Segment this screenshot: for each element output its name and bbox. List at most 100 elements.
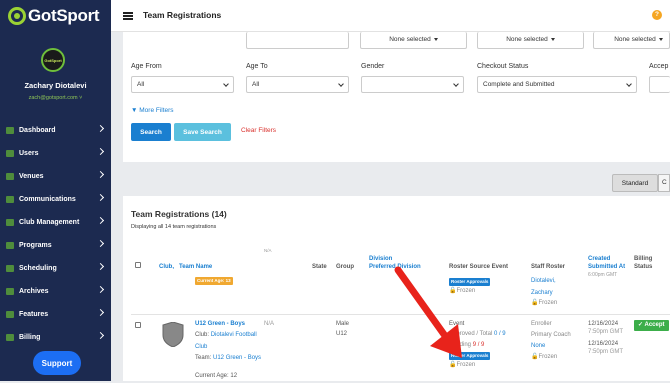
features-icon: [6, 311, 14, 318]
filter-input-top-2[interactable]: [246, 32, 349, 49]
accept-select[interactable]: [649, 76, 670, 93]
sidebar-item-features[interactable]: Features: [0, 303, 111, 326]
staff-frozen-status: 🔓Frozen: [531, 352, 557, 364]
chevron-down-icon: [338, 81, 344, 87]
age-from-label: Age From: [131, 63, 162, 70]
sidebar-item-label: Features: [19, 311, 49, 318]
sidebar-item-scheduling[interactable]: Scheduling: [0, 257, 111, 280]
column-state: State: [312, 264, 327, 270]
chevron-down-icon: [223, 81, 229, 87]
row-checkbox[interactable]: [135, 322, 141, 328]
frozen-label: Frozen: [456, 362, 476, 368]
checkout-status-select[interactable]: Complete and Submitted: [477, 76, 637, 93]
created-time: 7:50pm GMT: [588, 329, 624, 335]
user-name: Zachary Diotalevi: [24, 81, 87, 90]
select-value: All: [252, 81, 260, 88]
pending-value[interactable]: 9 / 9: [473, 342, 485, 348]
team-name-link[interactable]: U12 Green - Boys: [195, 319, 245, 331]
other-view-button[interactable]: C: [658, 174, 670, 192]
row1-time: 6:00pm GMT: [588, 272, 618, 278]
sidebar-item-billing[interactable]: Billing: [0, 326, 111, 349]
table-title: Team Registrations (14): [131, 209, 227, 219]
chevron-right-icon: [96, 147, 105, 156]
sidebar-item-label: Communications: [19, 196, 76, 203]
sidebar-item-club-management[interactable]: Club Management: [0, 211, 111, 234]
staff-first-name: Zachary: [531, 289, 553, 296]
filter-panel: [123, 32, 670, 162]
club-management-icon: [6, 219, 14, 226]
filter-select-top-3[interactable]: None selected: [360, 32, 467, 49]
chevron-down-icon: [626, 81, 632, 87]
gender-select[interactable]: [361, 76, 464, 93]
accept-label: Accep: [649, 63, 669, 70]
more-filters-link[interactable]: ▼ More Filters: [131, 107, 174, 114]
sidebar-item-label: Venues: [19, 173, 44, 180]
chevron-right-icon: [96, 239, 105, 248]
sidebar-item-users[interactable]: Users: [0, 142, 111, 165]
sidebar-item-communications[interactable]: Communications: [0, 188, 111, 211]
column-billing-status: Status: [634, 264, 653, 270]
column-created[interactable]: Created: [588, 255, 610, 263]
select-value: None selected: [614, 36, 656, 43]
filter-select-top-4[interactable]: None selected: [477, 32, 584, 49]
sidebar-item-programs[interactable]: Programs: [0, 234, 111, 257]
top-bar: Team Registrations ?: [111, 0, 670, 32]
scheduling-icon: [6, 265, 14, 272]
caret-down-icon: [433, 37, 438, 41]
sidebar-item-label: Dashboard: [19, 127, 56, 134]
standard-view-button[interactable]: Standard: [612, 174, 658, 192]
staff-last-name: Diotalevi,: [531, 278, 556, 284]
users-icon: [6, 150, 14, 157]
team-prefix: Team:: [195, 355, 212, 361]
approved-value[interactable]: 0 / 9: [494, 331, 506, 337]
staff-frozen-status: 🔓Frozen: [531, 298, 557, 310]
red-arrow-annotation-icon: [394, 266, 462, 358]
sidebar-nav: Dashboard Users Venues Communications Cl…: [0, 119, 111, 349]
avatar[interactable]: GotSport: [41, 48, 65, 72]
staff-primary-coach: Primary Coach: [531, 332, 571, 338]
save-search-button[interactable]: Save Search: [174, 123, 231, 141]
column-na: N/A: [264, 248, 272, 253]
support-button[interactable]: Support: [33, 351, 81, 375]
staff-none-link[interactable]: None: [531, 341, 545, 353]
frozen-label: Frozen: [538, 300, 558, 306]
column-label: Club: [159, 264, 173, 270]
clear-filters-link[interactable]: Clear Filters: [241, 127, 276, 134]
column-club[interactable]: Club,: [159, 263, 174, 271]
staff-name-link[interactable]: Diotalevi, Zachary: [531, 276, 556, 299]
column-team-name[interactable]: Team Name: [179, 263, 212, 271]
user-email-dropdown[interactable]: zach@gotsport.com ˅: [0, 95, 111, 101]
billing-accept-badge[interactable]: ✓ Accept: [634, 320, 669, 331]
select-value: Complete and Submitted: [483, 81, 555, 88]
column-division[interactable]: Division: [369, 255, 392, 263]
archives-icon: [6, 288, 14, 295]
frozen-label: Frozen: [538, 354, 558, 360]
table-subtitle: Displaying all 14 team registrations: [131, 224, 217, 230]
logo-text: GotSport: [28, 6, 100, 25]
gotsport-logo[interactable]: GotSport: [8, 6, 100, 26]
select-all-checkbox[interactable]: [135, 262, 141, 268]
hamburger-menu-icon[interactable]: [123, 12, 133, 20]
staff-enroller: Enroller: [531, 321, 552, 327]
chevron-right-icon: [96, 262, 105, 271]
checkout-status-label: Checkout Status: [477, 63, 529, 70]
filter-select-top-5[interactable]: None selected: [593, 32, 670, 49]
age-to-label: Age To: [246, 63, 268, 70]
sidebar-item-label: Users: [19, 150, 39, 157]
team-link[interactable]: U12 Green - Boys: [213, 355, 261, 361]
help-icon[interactable]: ?: [652, 10, 662, 20]
column-billing: Billing: [634, 256, 653, 262]
team-shield-icon: [162, 322, 184, 347]
column-group: Group: [336, 264, 354, 270]
sidebar-item-dashboard[interactable]: Dashboard: [0, 119, 111, 142]
select-value: None selected: [506, 36, 548, 43]
search-button[interactable]: Search: [131, 123, 171, 141]
chevron-down-icon: [453, 81, 459, 87]
age-to-select[interactable]: All: [246, 76, 349, 93]
age-from-select[interactable]: All: [131, 76, 234, 93]
chevron-right-icon: [96, 216, 105, 225]
sidebar-item-venues[interactable]: Venues: [0, 165, 111, 188]
chevron-right-icon: [96, 170, 105, 179]
sidebar-item-archives[interactable]: Archives: [0, 280, 111, 303]
select-value: All: [137, 81, 145, 88]
